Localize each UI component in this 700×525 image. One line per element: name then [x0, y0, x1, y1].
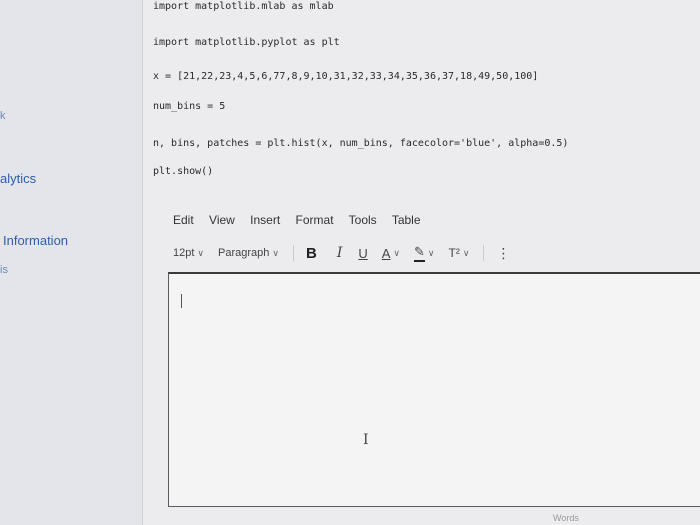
- sidebar-item-k[interactable]: k: [0, 110, 6, 122]
- chevron-down-icon: ∨: [427, 247, 435, 258]
- code-line-3: x = [21,22,23,4,5,6,77,8,9,10,31,32,33,3…: [153, 71, 539, 82]
- chevron-down-icon: ∨: [197, 247, 205, 258]
- code-line-1: import matplotlib.mlab as mlab: [153, 1, 334, 12]
- code-line-2: import matplotlib.pyplot as plt: [153, 37, 340, 48]
- chevron-down-icon: ∨: [393, 247, 401, 258]
- code-line-5: n, bins, patches = plt.hist(x, num_bins,…: [153, 138, 569, 149]
- left-sidebar: k alytics Information is: [0, 0, 142, 525]
- toolbar-separator: [483, 245, 485, 261]
- more-options-icon[interactable]: ⋮: [496, 245, 510, 262]
- menu-view[interactable]: View: [209, 213, 235, 227]
- text-color-button[interactable]: A ∨: [382, 246, 400, 261]
- chevron-down-icon: ∨: [272, 247, 279, 258]
- italic-button[interactable]: I: [337, 245, 343, 261]
- highlighter-icon: ✎: [414, 244, 425, 262]
- editor-toolbar: 12pt ∨ Paragraph ∨ B I U A ∨ ✎ ∨ T² ∨ ⋮: [173, 242, 693, 264]
- menu-tools[interactable]: Tools: [349, 213, 377, 227]
- superscript-button[interactable]: T² ∨: [449, 246, 470, 260]
- bold-button[interactable]: B: [306, 245, 317, 262]
- highlight-color-button[interactable]: ✎ ∨: [414, 244, 435, 262]
- main-content: import matplotlib.mlab as mlab import ma…: [143, 0, 700, 525]
- font-size-value: 12pt: [173, 247, 195, 259]
- code-line-6: plt.show(): [153, 166, 214, 177]
- underline-button[interactable]: U: [358, 246, 367, 261]
- menu-edit[interactable]: Edit: [173, 213, 194, 227]
- font-size-select[interactable]: 12pt ∨: [173, 247, 204, 259]
- sidebar-item-information[interactable]: Information: [3, 233, 68, 248]
- block-format-select[interactable]: Paragraph ∨: [218, 247, 279, 259]
- text-color-icon: A: [381, 245, 391, 261]
- code-line-4: num_bins = 5: [153, 101, 226, 112]
- text-caret: [181, 294, 182, 308]
- chevron-down-icon: ∨: [462, 247, 470, 258]
- block-format-value: Paragraph: [218, 247, 270, 259]
- menu-table[interactable]: Table: [392, 213, 421, 227]
- toolbar-separator: [292, 245, 294, 261]
- menu-insert[interactable]: Insert: [250, 213, 280, 227]
- sidebar-item-is[interactable]: is: [0, 264, 8, 276]
- sidebar-item-analytics[interactable]: alytics: [0, 171, 36, 186]
- rich-text-editor[interactable]: I: [168, 272, 700, 507]
- superscript-icon: T²: [448, 246, 460, 260]
- text-cursor-icon: I: [363, 432, 369, 448]
- word-count: Words: [553, 513, 579, 523]
- editor-menubar: Edit View Insert Format Tools Table: [173, 213, 433, 227]
- menu-format[interactable]: Format: [296, 213, 334, 227]
